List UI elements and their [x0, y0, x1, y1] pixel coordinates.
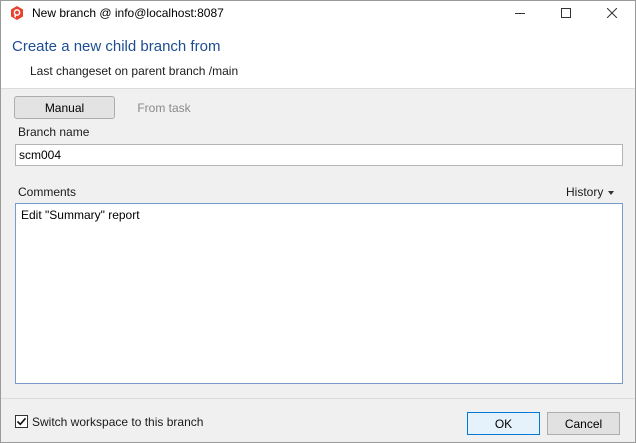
- comments-label: Comments: [18, 185, 77, 199]
- chevron-down-icon: [608, 190, 615, 195]
- window-title: New branch @ info@localhost:8087: [32, 6, 224, 20]
- comments-textarea[interactable]: Edit "Summary" report: [15, 203, 623, 384]
- history-dropdown[interactable]: History: [566, 185, 615, 199]
- dialog-header: Create a new child branch from Last chan…: [1, 25, 635, 89]
- maximize-button[interactable]: [543, 1, 589, 25]
- cancel-button[interactable]: Cancel: [547, 412, 620, 435]
- close-button[interactable]: [589, 1, 635, 25]
- switch-workspace-checkbox[interactable]: [15, 415, 28, 428]
- dialog-subtitle: Last changeset on parent branch /main: [30, 64, 239, 78]
- title-bar[interactable]: New branch @ info@localhost:8087: [1, 1, 635, 25]
- minimize-button[interactable]: [497, 1, 543, 25]
- maximize-icon: [561, 8, 571, 18]
- new-branch-dialog: New branch @ info@localhost:8087 Create …: [0, 0, 636, 443]
- from-task-tab-button[interactable]: From task: [115, 96, 213, 119]
- checkmark-icon: [16, 417, 27, 426]
- close-icon: [607, 8, 617, 18]
- manual-tab-button[interactable]: Manual: [14, 96, 115, 119]
- ok-button[interactable]: OK: [467, 412, 540, 435]
- switch-workspace-label[interactable]: Switch workspace to this branch: [32, 415, 203, 429]
- minimize-icon: [515, 13, 525, 14]
- footer-divider: [1, 398, 635, 399]
- branch-name-input[interactable]: scm004: [15, 144, 623, 166]
- branch-name-label: Branch name: [18, 125, 90, 139]
- plastic-scm-app-icon: [9, 5, 25, 21]
- dialog-title: Create a new child branch from: [12, 38, 221, 55]
- history-label: History: [566, 185, 604, 199]
